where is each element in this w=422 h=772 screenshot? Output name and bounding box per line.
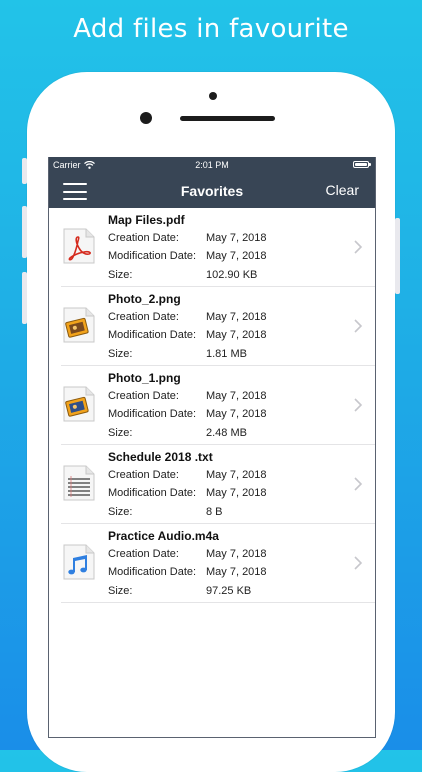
modification-date-label: Modification Date:: [108, 566, 197, 578]
modification-date-label: Modification Date:: [108, 250, 197, 262]
modification-date-value: May 7, 2018: [206, 250, 267, 262]
text-file-icon: [63, 465, 95, 501]
phone-power-button: [395, 218, 400, 294]
creation-date-label: Creation Date:: [108, 469, 179, 481]
pdf-file-icon: [63, 228, 95, 264]
audio-file-icon: [63, 544, 95, 580]
image-file-icon: [63, 386, 95, 422]
size-label: Size:: [108, 585, 133, 597]
creation-date-label: Creation Date:: [108, 232, 179, 244]
file-row[interactable]: Schedule 2018 .txt Creation Date: May 7,…: [61, 445, 375, 524]
file-row[interactable]: Photo_2.png Creation Date: May 7, 2018 M…: [61, 287, 375, 366]
phone-speaker: [180, 116, 275, 121]
size-label: Size:: [108, 427, 133, 439]
chevron-right-icon: [354, 398, 363, 412]
size-value: 102.90 KB: [206, 269, 258, 281]
file-name: Schedule 2018 .txt: [108, 450, 213, 464]
chevron-right-icon: [354, 556, 363, 570]
modification-date-label: Modification Date:: [108, 408, 197, 420]
modification-date-value: May 7, 2018: [206, 566, 267, 578]
file-row[interactable]: Practice Audio.m4a Creation Date: May 7,…: [61, 524, 375, 603]
battery-icon: [353, 161, 371, 168]
chevron-right-icon: [354, 240, 363, 254]
file-row[interactable]: Map Files.pdf Creation Date: May 7, 2018…: [61, 208, 375, 287]
creation-date-value: May 7, 2018: [206, 311, 267, 323]
size-label: Size:: [108, 506, 133, 518]
chevron-right-icon: [354, 477, 363, 491]
app-screen: Carrier 2:01 PM Favorites Clear Map File…: [48, 157, 376, 738]
creation-date-label: Creation Date:: [108, 548, 179, 560]
navigation-bar: Favorites Clear: [49, 174, 375, 208]
status-time: 2:01 PM: [195, 160, 229, 170]
size-value: 2.48 MB: [206, 427, 247, 439]
image-file-icon: [63, 307, 95, 343]
file-name: Map Files.pdf: [108, 213, 185, 227]
modification-date-value: May 7, 2018: [206, 487, 267, 499]
modification-date-label: Modification Date:: [108, 329, 197, 341]
creation-date-value: May 7, 2018: [206, 548, 267, 560]
modification-date-value: May 7, 2018: [206, 329, 267, 341]
creation-date-value: May 7, 2018: [206, 469, 267, 481]
creation-date-value: May 7, 2018: [206, 232, 267, 244]
status-bar: Carrier 2:01 PM: [49, 157, 375, 174]
phone-camera: [209, 92, 217, 100]
clear-button[interactable]: Clear: [326, 182, 359, 198]
modification-date-value: May 7, 2018: [206, 408, 267, 420]
file-name: Photo_1.png: [108, 371, 181, 385]
creation-date-label: Creation Date:: [108, 311, 179, 323]
file-name: Photo_2.png: [108, 292, 181, 306]
modification-date-label: Modification Date:: [108, 487, 197, 499]
creation-date-label: Creation Date:: [108, 390, 179, 402]
size-value: 8 B: [206, 506, 223, 518]
creation-date-value: May 7, 2018: [206, 390, 267, 402]
size-value: 1.81 MB: [206, 348, 247, 360]
app-header: Carrier 2:01 PM Favorites Clear: [49, 157, 375, 208]
promo-headline: Add files in favourite: [73, 14, 349, 44]
phone-volume-down: [22, 272, 27, 324]
chevron-right-icon: [354, 319, 363, 333]
file-row[interactable]: Photo_1.png Creation Date: May 7, 2018 M…: [61, 366, 375, 445]
size-label: Size:: [108, 348, 133, 360]
file-name: Practice Audio.m4a: [108, 529, 219, 543]
favorites-list: Map Files.pdf Creation Date: May 7, 2018…: [49, 208, 375, 603]
size-value: 97.25 KB: [206, 585, 252, 597]
phone-mute-switch: [22, 158, 27, 184]
size-label: Size:: [108, 269, 133, 281]
phone-volume-up: [22, 206, 27, 258]
phone-sensor: [140, 112, 152, 124]
